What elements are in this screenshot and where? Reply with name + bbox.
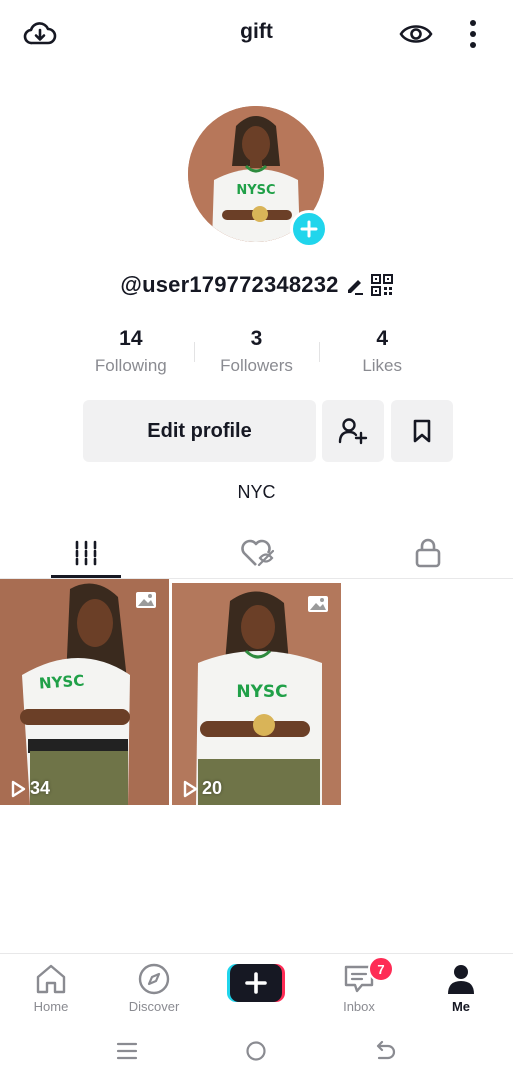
page-title: gift [240,20,273,43]
nav-label: Home [33,999,69,1014]
nav-label: Discover [128,999,180,1014]
content-tabs [0,528,513,579]
stat-value: 4 [376,327,389,350]
back-system-button[interactable] [368,1035,402,1067]
favorites-button[interactable] [391,400,453,462]
video-shirt-text: NYSC [236,682,287,702]
videos-grid-icon [75,540,96,566]
username: @user179772348232 [120,272,339,297]
bio-text: NYC [237,482,276,502]
create-plus-icon [227,964,285,1002]
qr-code-icon[interactable] [370,274,393,296]
view-count: 34 [10,778,50,799]
nav-me[interactable]: Me [410,954,512,1022]
nav-discover[interactable]: Discover [103,954,205,1022]
image-post-icon [136,592,156,608]
nav-inbox[interactable]: Inbox [308,954,410,1022]
view-count-value: 34 [30,778,51,798]
back-arrow-icon [376,1040,396,1060]
more-vertical-icon [470,20,476,48]
home-system-button[interactable] [239,1035,273,1067]
nav-create[interactable] [205,954,307,1022]
edit-pencil-icon[interactable] [345,275,365,295]
stat-likes[interactable]: 4 Likes [319,326,445,382]
video-shirt-text: NYSC [38,671,84,692]
tab-videos[interactable] [0,528,171,578]
recent-apps-button[interactable] [110,1035,144,1067]
stat-value: 14 [119,327,143,350]
video-cover-image: NYSC [0,579,169,805]
bottom-navigation: Home Discover Inbox Me [0,953,513,1022]
liked-hidden-icon [240,539,274,567]
nav-label: Me [451,999,471,1014]
compass-icon [138,963,170,995]
stat-label: Likes [362,356,403,375]
profile-stats: 14 Following 3 Followers 4 Likes [68,326,445,382]
active-tab-indicator [51,575,121,578]
video-thumbnail[interactable]: NYSC 34 [0,579,169,805]
stat-followers[interactable]: 3 Followers [193,326,320,382]
stat-label: Following [94,356,167,375]
tab-liked[interactable] [171,528,342,578]
stat-following[interactable]: 14 Following [68,326,194,382]
video-cover-image: NYSC [172,583,341,805]
bookmark-icon [413,419,431,443]
view-count-value: 20 [202,778,223,798]
home-icon [36,964,66,994]
circle-home-icon [246,1041,266,1061]
add-person-icon [338,418,368,445]
system-navigation-bar [0,1021,513,1080]
video-thumbnail[interactable]: NYSC 20 [172,583,341,805]
inbox-notification-badge: 7 [368,956,394,982]
stat-value: 3 [250,327,263,350]
image-post-icon [308,596,328,612]
nav-label: Inbox [343,999,375,1014]
menu-lines-icon [116,1042,138,1060]
add-avatar-button[interactable] [290,210,328,248]
view-count: 20 [182,778,222,799]
stat-label: Followers [220,356,293,375]
nav-home[interactable]: Home [0,954,102,1022]
play-icon [11,780,26,797]
top-bar: gift [0,0,513,68]
eye-button[interactable] [396,14,436,54]
username-row: @user179772348232 [0,272,513,298]
avatar-shirt-text: NYSC [236,183,275,198]
play-icon [183,780,198,797]
more-options-button[interactable] [458,14,488,54]
lock-icon [415,538,440,568]
tab-private[interactable] [342,528,513,578]
add-friend-button[interactable] [322,400,384,462]
edit-profile-button[interactable]: Edit profile [83,400,316,462]
person-icon [448,965,474,994]
plus-icon [300,220,318,238]
eye-icon [399,25,433,43]
